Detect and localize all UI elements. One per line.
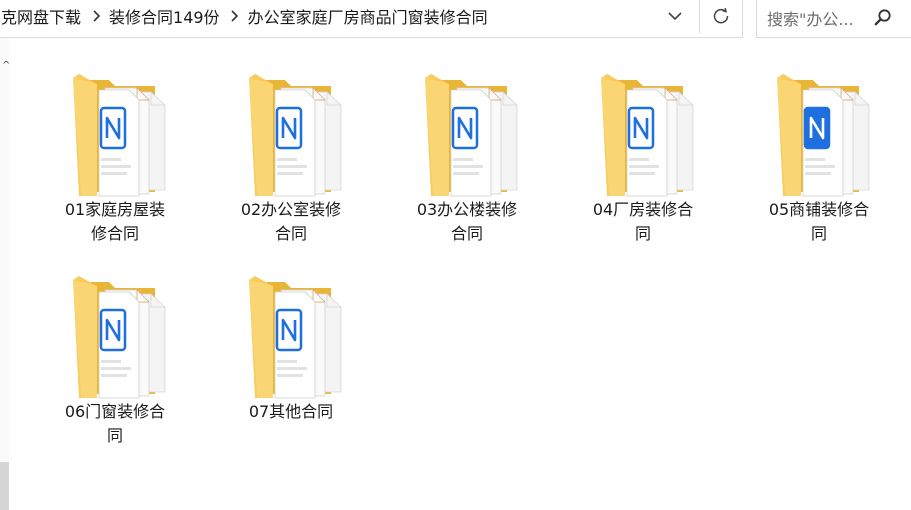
folder-label: 02办公室装修合同	[240, 200, 342, 243]
chevron-right-icon[interactable]	[85, 0, 107, 33]
folder-label: 07其他合同	[248, 402, 334, 421]
breadcrumb-item-root[interactable]: 克网盘下载	[0, 4, 85, 28]
address-bar[interactable]: 克网盘下载 装修合同149份 办公室家庭厂房商品门窗装修合同	[0, 0, 743, 38]
search-icon[interactable]	[874, 8, 892, 26]
chevron-right-icon[interactable]	[224, 0, 246, 33]
folder-icon	[425, 74, 518, 197]
folder-icon	[601, 74, 694, 197]
chevron-down-icon	[668, 11, 682, 20]
breadcrumb-item-current[interactable]: 办公室家庭厂房商品门窗装修合同	[246, 4, 492, 28]
navigation-scrollbar[interactable]	[0, 462, 9, 510]
navigation-pane-edge: ^	[0, 38, 10, 510]
folder-label: 06门窗装修合同	[64, 402, 166, 445]
file-list: 01家庭房屋装修合同 02办公室装修合同 03办公楼装修合同 04厂房装修合同 …	[9, 38, 911, 510]
refresh-button[interactable]	[699, 0, 742, 33]
folder-icon	[249, 74, 342, 197]
folder-label: 01家庭房屋装修合同	[64, 200, 166, 243]
search-placeholder: 搜索"办公...	[767, 10, 854, 29]
refresh-icon	[713, 7, 729, 24]
search-input[interactable]: 搜索"办公...	[756, 0, 911, 38]
address-dropdown-button[interactable]	[656, 0, 694, 33]
folder-label: 05商铺装修合同	[768, 200, 870, 243]
folder-icon	[73, 276, 166, 399]
folder-label: 03办公楼装修合同	[416, 200, 518, 243]
folder-label: 04厂房装修合同	[592, 200, 694, 243]
breadcrumb: 克网盘下载 装修合同149份 办公室家庭厂房商品门窗装修合同	[0, 0, 492, 33]
toolbar: 克网盘下载 装修合同149份 办公室家庭厂房商品门窗装修合同 搜索"办公...	[0, 0, 911, 38]
breadcrumb-item-collection[interactable]: 装修合同149份	[107, 4, 224, 28]
folder-icon	[777, 74, 870, 197]
folder-icon	[73, 74, 166, 197]
folder-icon	[249, 276, 342, 399]
